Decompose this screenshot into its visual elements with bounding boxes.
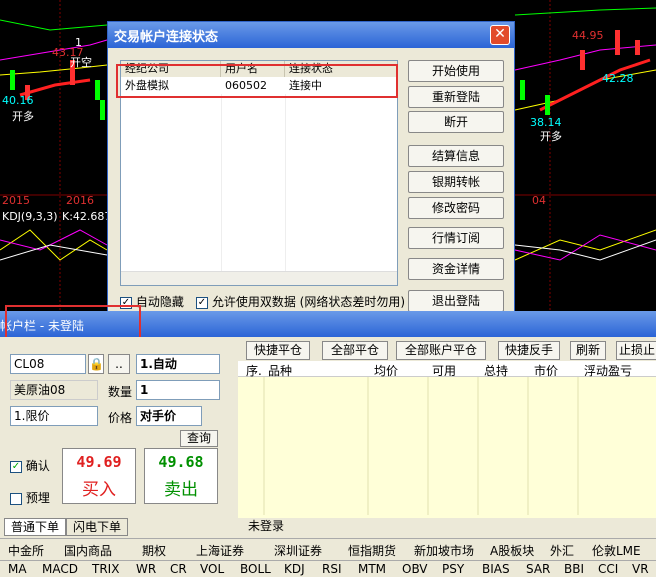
buy-button[interactable]: 49.69 买入 xyxy=(62,448,136,504)
auto-hide-label: 自动隐藏 xyxy=(135,295,184,309)
more-button[interactable]: .. xyxy=(108,354,130,374)
quote-subscribe-button[interactable]: 行情订阅 xyxy=(408,227,504,249)
sell-button[interactable]: 49.68 卖出 xyxy=(144,448,218,504)
quick-close-button[interactable]: 快捷平仓 xyxy=(246,341,310,360)
chart-price-mid-right: 42.28 xyxy=(602,72,634,85)
positions-panel: 快捷平仓 全部平仓 全部账户平仓 快捷反手 刷新 止损止 序. 品种 均价 可用… xyxy=(238,337,656,519)
change-password-button[interactable]: 修改密码 xyxy=(408,197,504,219)
market-hsi[interactable]: 恒指期货 xyxy=(348,542,396,559)
grid-line xyxy=(221,94,222,272)
query-button[interactable]: 查询 xyxy=(180,430,218,447)
buy-label: 买入 xyxy=(82,480,116,500)
contract-name-field: 美原油08 xyxy=(10,380,98,400)
buy-price: 49.69 xyxy=(76,453,122,471)
positions-grid xyxy=(263,377,579,515)
close-icon[interactable]: ✕ xyxy=(490,25,510,45)
horizontal-scrollbar[interactable] xyxy=(121,271,397,285)
indicator-trix[interactable]: TRIX xyxy=(92,562,119,576)
dual-data-checkbox[interactable]: ✓ xyxy=(196,296,208,309)
highlight-box xyxy=(116,64,398,98)
fund-detail-button[interactable]: 资金详情 xyxy=(408,258,504,280)
refresh-button[interactable]: 刷新 xyxy=(570,341,606,360)
start-button[interactable]: 开始使用 xyxy=(408,60,504,82)
indicator-vol[interactable]: VOL xyxy=(200,562,224,576)
price-label: 价格 xyxy=(108,411,133,425)
market-shenzhen[interactable]: 深圳证券 xyxy=(274,542,322,559)
indicator-kdj[interactable]: KDJ xyxy=(284,562,305,576)
confirm-label: 确认 xyxy=(25,459,50,473)
indicator-psy[interactable]: PSY xyxy=(442,562,464,576)
dialog-titlebar[interactable]: 交易帐户连接状态 ✕ xyxy=(108,22,514,48)
tab-normal-order[interactable]: 普通下单 xyxy=(4,518,67,536)
order-tabs: 普通下单 闪电下单 未登录 xyxy=(0,518,656,538)
indicator-cci[interactable]: CCI xyxy=(598,562,618,576)
chart-year-04: 04 xyxy=(532,194,546,207)
order-panel: CL08 🔒 .. 1.自动 美原油08 数量 1 1.限价 价格 对手价 查询… xyxy=(0,337,238,519)
disconnect-button[interactable]: 断开 xyxy=(408,111,504,133)
settlement-button[interactable]: 结算信息 xyxy=(408,145,504,167)
confirm-checkbox[interactable]: ✓ xyxy=(10,460,22,473)
connection-status-dialog: 交易帐户连接状态 ✕ 经纪公司 用户名 连接状态 外盘模拟 060502 连接中… xyxy=(107,21,515,313)
chart-year-2016: 2016 xyxy=(66,194,94,207)
market-bar: 中金所 国内商品 期权 上海证券 深圳证券 恒指期货 新加坡市场 A股板块 外汇… xyxy=(0,538,656,560)
market-a-share[interactable]: A股板块 xyxy=(490,542,534,559)
login-status: 未登录 xyxy=(242,518,291,536)
indicator-bias[interactable]: BIAS xyxy=(482,562,510,576)
lock-icon[interactable]: 🔒 xyxy=(88,354,104,374)
close-all-accounts-button[interactable]: 全部账户平仓 xyxy=(396,341,486,360)
indicator-ma[interactable]: MA xyxy=(8,562,27,576)
tab-flash-order[interactable]: 闪电下单 xyxy=(66,518,129,536)
grid-line xyxy=(285,94,286,272)
indicator-cr[interactable]: CR xyxy=(170,562,187,576)
preorder-option[interactable]: 预埋 xyxy=(10,489,50,506)
chart-price-low-left: 40.16 xyxy=(2,94,34,107)
indicator-vr[interactable]: VR xyxy=(632,562,649,576)
stop-loss-button[interactable]: 止损止 xyxy=(616,341,656,360)
chart-signal-open-long-right: 开多 xyxy=(540,130,562,143)
qty-label: 数量 xyxy=(108,385,133,399)
preorder-label: 预埋 xyxy=(25,491,50,505)
market-singapore[interactable]: 新加坡市场 xyxy=(414,542,474,559)
market-cffex[interactable]: 中金所 xyxy=(8,542,44,559)
market-shanghai[interactable]: 上海证券 xyxy=(196,542,244,559)
quick-reverse-button[interactable]: 快捷反手 xyxy=(498,341,560,360)
highlight-box-account xyxy=(5,305,141,339)
kdj-label: KDJ(9,3,3) xyxy=(2,210,58,223)
dialog-title: 交易帐户连接状态 xyxy=(114,30,219,45)
bank-transfer-button[interactable]: 银期转帐 xyxy=(408,171,504,193)
indicator-bar: MA MACD TRIX WR CR VOL BOLL KDJ RSI MTM … xyxy=(0,560,656,577)
indicator-boll[interactable]: BOLL xyxy=(240,562,271,576)
logout-button[interactable]: 退出登陆 xyxy=(408,290,504,312)
chart-signal-one: 1 xyxy=(75,36,82,49)
chart-signal-open-short: 开空 xyxy=(70,56,92,69)
sell-label: 卖出 xyxy=(164,480,198,500)
confirm-option[interactable]: ✓ 确认 xyxy=(10,457,50,474)
indicator-mtm[interactable]: MTM xyxy=(358,562,386,576)
market-lme[interactable]: 伦敦LME xyxy=(592,542,641,559)
qty-input[interactable]: 1 xyxy=(136,380,220,400)
order-type-select[interactable]: 1.限价 xyxy=(10,406,98,426)
mode-select[interactable]: 1.自动 xyxy=(136,354,220,374)
chart-price-high-right: 44.95 xyxy=(572,29,604,42)
market-options[interactable]: 期权 xyxy=(142,542,166,559)
kdj-value: K:42.687 xyxy=(62,210,112,223)
close-all-button[interactable]: 全部平仓 xyxy=(322,341,388,360)
preorder-checkbox[interactable] xyxy=(10,492,22,505)
dual-data-label: 允许使用双数据 (网络状态差时勿用) xyxy=(211,295,406,309)
indicator-bbi[interactable]: BBI xyxy=(564,562,584,576)
chart-signal-open-long: 开多 xyxy=(12,110,34,123)
indicator-macd[interactable]: MACD xyxy=(42,562,78,576)
contract-code-input[interactable]: CL08 xyxy=(10,354,86,374)
relogin-button[interactable]: 重新登陆 xyxy=(408,86,504,108)
indicator-rsi[interactable]: RSI xyxy=(322,562,342,576)
indicator-sar[interactable]: SAR xyxy=(526,562,550,576)
market-forex[interactable]: 外汇 xyxy=(550,542,574,559)
chart-year-2015: 2015 xyxy=(2,194,30,207)
sell-price: 49.68 xyxy=(158,453,204,471)
indicator-obv[interactable]: OBV xyxy=(402,562,428,576)
dual-data-option[interactable]: ✓ 允许使用双数据 (网络状态差时勿用) xyxy=(196,293,405,310)
indicator-wr[interactable]: WR xyxy=(136,562,156,576)
price-input[interactable]: 对手价 xyxy=(136,406,202,426)
market-domestic[interactable]: 国内商品 xyxy=(64,542,112,559)
